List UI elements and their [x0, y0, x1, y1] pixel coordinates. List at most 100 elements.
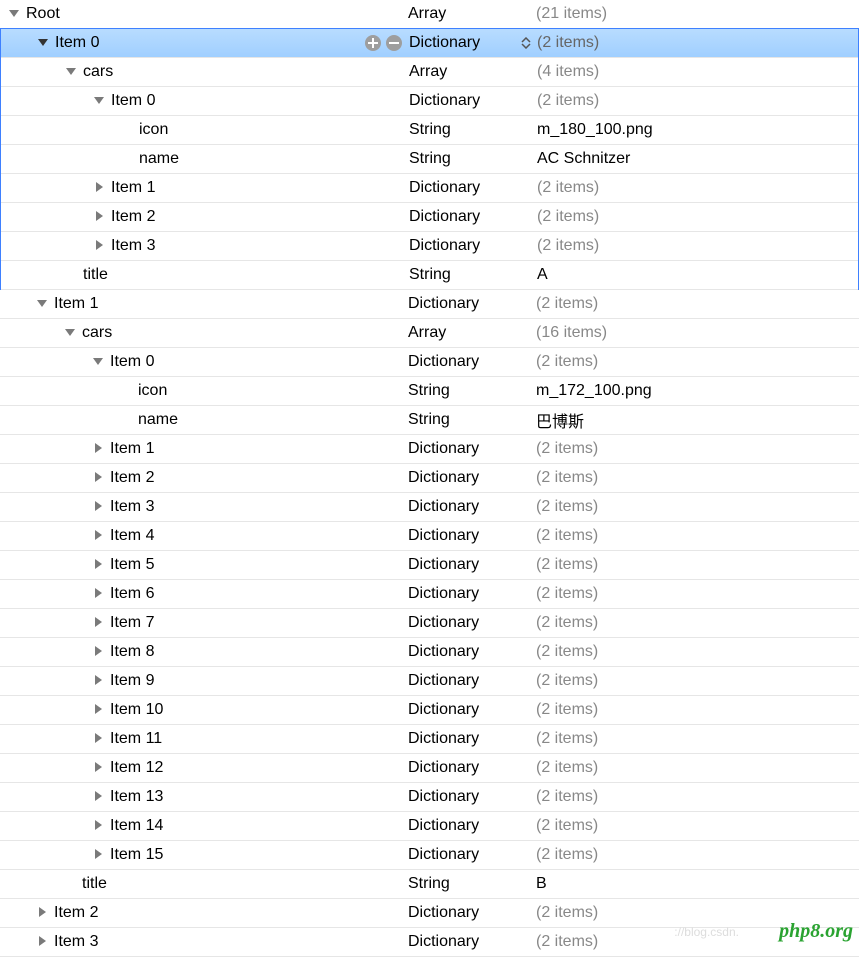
row-type: Dictionary: [408, 817, 479, 835]
plist-row[interactable]: Item 0Dictionary(2 items): [1, 87, 858, 116]
row-key: Item 0: [55, 34, 99, 52]
disclosure-triangle-icon[interactable]: [92, 587, 106, 601]
disclosure-triangle-icon[interactable]: [36, 906, 50, 920]
row-value: (2 items): [536, 353, 859, 371]
disclosure-triangle-icon[interactable]: [92, 442, 106, 456]
disclosure-triangle-icon[interactable]: [92, 674, 106, 688]
disclosure-triangle-icon[interactable]: [92, 761, 106, 775]
plist-row[interactable]: Item 3Dictionary(2 items): [0, 493, 859, 522]
row-value: (2 items): [536, 788, 859, 806]
plist-row[interactable]: Item 9Dictionary(2 items): [0, 667, 859, 696]
disclosure-triangle-icon[interactable]: [92, 645, 106, 659]
disclosure-triangle-icon[interactable]: [93, 94, 107, 108]
row-value: (2 items): [536, 469, 859, 487]
disclosure-triangle-icon[interactable]: [92, 355, 106, 369]
row-key: Item 9: [110, 672, 154, 690]
disclosure-triangle-icon[interactable]: [92, 732, 106, 746]
disclosure-triangle-icon[interactable]: [92, 848, 106, 862]
row-key: Item 1: [110, 440, 154, 458]
disclosure-triangle-icon[interactable]: [93, 181, 107, 195]
plist-row[interactable]: Item 7Dictionary(2 items): [0, 609, 859, 638]
plist-row[interactable]: Item 5Dictionary(2 items): [0, 551, 859, 580]
disclosure-triangle-icon[interactable]: [92, 819, 106, 833]
plist-row[interactable]: Item 15Dictionary(2 items): [0, 841, 859, 870]
row-value[interactable]: AC Schnitzer: [537, 150, 858, 168]
row-key: name: [139, 150, 179, 168]
disclosure-triangle-icon[interactable]: [92, 471, 106, 485]
disclosure-triangle-icon[interactable]: [36, 935, 50, 949]
plist-row[interactable]: Item 2Dictionary(2 items): [1, 203, 858, 232]
plist-row[interactable]: Item 3Dictionary(2 items): [0, 928, 859, 957]
plist-row[interactable]: Item 10Dictionary(2 items): [0, 696, 859, 725]
row-type: Dictionary: [408, 469, 479, 487]
plist-row[interactable]: Item 13Dictionary(2 items): [0, 783, 859, 812]
plist-row[interactable]: Item 2 Dictionary (2 items): [0, 464, 859, 493]
row-value: (2 items): [536, 295, 859, 313]
plist-row[interactable]: iconStringm_180_100.png: [1, 116, 858, 145]
plist-row[interactable]: iconStringm_172_100.png: [0, 377, 859, 406]
row-type: String: [409, 150, 451, 168]
plist-row[interactable]: name String AC Schnitzer: [1, 145, 858, 174]
plist-row[interactable]: Item 8Dictionary(2 items): [0, 638, 859, 667]
row-key: Item 4: [110, 527, 154, 545]
plist-row[interactable]: Item 1Dictionary(2 items): [0, 435, 859, 464]
row-type: Dictionary: [409, 179, 480, 197]
row-value: (2 items): [536, 701, 859, 719]
disclosure-triangle-icon[interactable]: [92, 500, 106, 514]
row-value[interactable]: B: [536, 875, 859, 893]
row-value[interactable]: 巴博斯: [536, 408, 859, 432]
row-key: Item 12: [110, 759, 163, 777]
plist-row[interactable]: nameString巴博斯: [0, 406, 859, 435]
row-key: Item 2: [111, 208, 155, 226]
plist-row[interactable]: carsArray(16 items): [0, 319, 859, 348]
plist-row[interactable]: carsArray(4 items): [1, 58, 858, 87]
plist-row[interactable]: RootArray(21 items): [0, 0, 859, 29]
disclosure-triangle-icon[interactable]: [64, 326, 78, 340]
plist-row[interactable]: Item 0Dictionary(2 items): [0, 348, 859, 377]
plist-row[interactable]: Item 6Dictionary(2 items): [0, 580, 859, 609]
row-value: (2 items): [536, 527, 859, 545]
disclosure-triangle-icon[interactable]: [37, 36, 51, 50]
disclosure-triangle-icon[interactable]: [92, 790, 106, 804]
row-key: Item 2: [110, 469, 154, 487]
row-type: Dictionary: [408, 933, 479, 951]
plist-row[interactable]: Item 14Dictionary(2 items): [0, 812, 859, 841]
disclosure-triangle-icon[interactable]: [65, 65, 79, 79]
plist-row[interactable]: Item 0Dictionary(2 items): [1, 29, 858, 58]
plist-row[interactable]: Item 12Dictionary(2 items): [0, 754, 859, 783]
disclosure-triangle-icon[interactable]: [92, 616, 106, 630]
add-remove-icons[interactable]: [364, 34, 403, 52]
disclosure-triangle-icon[interactable]: [92, 529, 106, 543]
row-value: (21 items): [536, 5, 859, 23]
row-type: String: [409, 121, 451, 139]
row-key: cars: [82, 324, 112, 342]
disclosure-triangle-icon[interactable]: [92, 703, 106, 717]
row-type: Dictionary: [408, 527, 479, 545]
plist-row[interactable]: titleStringB: [0, 870, 859, 899]
row-type: Dictionary: [408, 904, 479, 922]
plist-row[interactable]: Item 1Dictionary(2 items): [1, 174, 858, 203]
row-value[interactable]: m_180_100.png: [537, 121, 858, 139]
row-value[interactable]: A: [537, 266, 858, 284]
plist-row[interactable]: titleStringA: [1, 261, 858, 290]
plist-row[interactable]: Item 3Dictionary(2 items): [1, 232, 858, 261]
row-value: (2 items): [537, 92, 858, 110]
row-type: Dictionary: [408, 788, 479, 806]
plist-row[interactable]: Item 2Dictionary(2 items): [0, 899, 859, 928]
disclosure-triangle-icon[interactable]: [93, 210, 107, 224]
row-type: Dictionary: [408, 672, 479, 690]
disclosure-triangle-icon[interactable]: [92, 558, 106, 572]
plist-row[interactable]: Item 4 Dictionary (2 items): [0, 522, 859, 551]
type-stepper-icon[interactable]: [521, 37, 531, 49]
row-key: Item 1: [111, 179, 155, 197]
row-value[interactable]: m_172_100.png: [536, 382, 859, 400]
row-key: title: [83, 266, 108, 284]
disclosure-triangle-icon[interactable]: [36, 297, 50, 311]
plist-row[interactable]: Item 1Dictionary(2 items): [0, 290, 859, 319]
plist-row[interactable]: Item 11Dictionary(2 items): [0, 725, 859, 754]
row-value: (4 items): [537, 63, 858, 81]
row-type: Array: [408, 324, 446, 342]
disclosure-triangle-icon[interactable]: [93, 239, 107, 253]
row-value: (2 items): [537, 237, 858, 255]
disclosure-triangle-icon[interactable]: [8, 7, 22, 21]
